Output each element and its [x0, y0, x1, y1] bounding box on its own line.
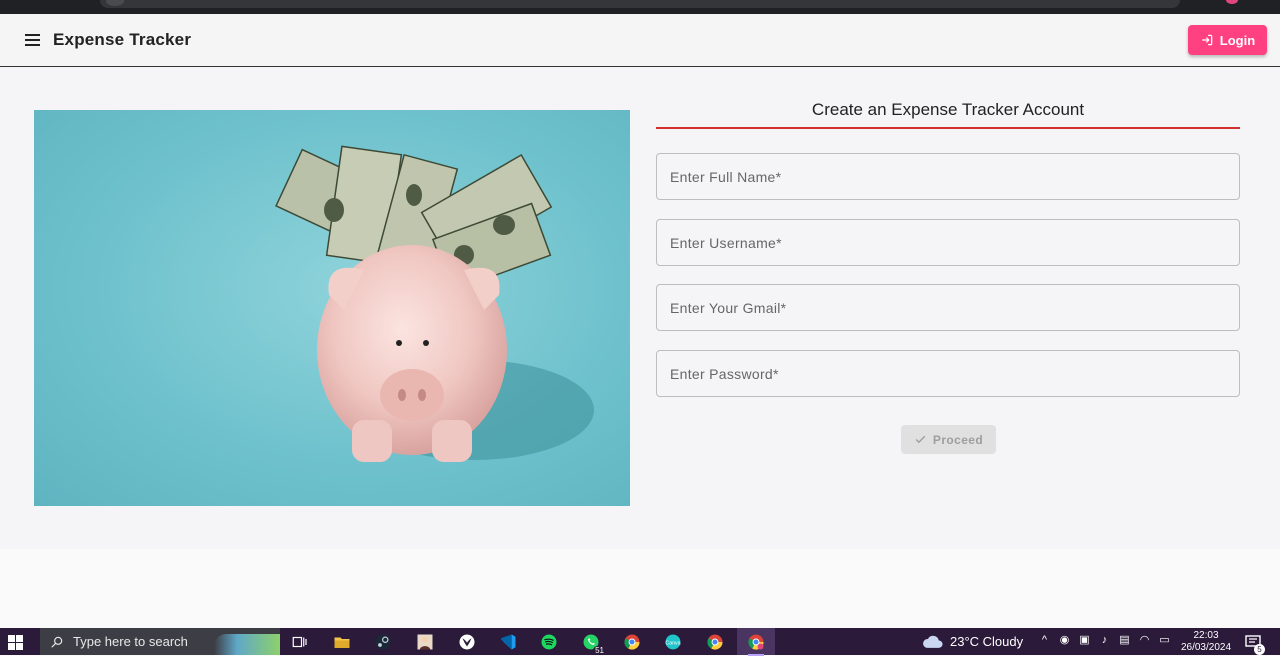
- piggy-bank-icon: [275, 145, 594, 462]
- main-content: Create an Expense Tracker Account Procee…: [0, 67, 1280, 549]
- check-icon: [915, 435, 926, 444]
- display-icon[interactable]: ▤: [1118, 634, 1131, 647]
- whatsapp-icon[interactable]: 51: [582, 633, 606, 655]
- search-highlight-image: [214, 634, 280, 655]
- login-label: Login: [1219, 32, 1256, 48]
- gmail-field[interactable]: [656, 284, 1240, 331]
- taskbar-search[interactable]: Type here to search: [40, 628, 280, 655]
- clock-date: 26/03/2024: [1180, 642, 1232, 653]
- login-button[interactable]: Login: [1188, 25, 1267, 55]
- steam-icon[interactable]: [374, 633, 392, 651]
- password-input[interactable]: [657, 351, 1239, 396]
- app-title: Expense Tracker: [53, 30, 192, 49]
- whatsapp-badge: 51: [593, 646, 606, 655]
- login-icon: [1202, 34, 1213, 46]
- password-field[interactable]: [656, 350, 1240, 397]
- system-clock[interactable]: 22:03 26/03/2024: [1178, 630, 1234, 654]
- address-bar[interactable]: [100, 0, 1180, 8]
- meet-icon[interactable]: ▣: [1078, 634, 1091, 647]
- chrome-icon[interactable]: [623, 633, 641, 651]
- system-tray: ^ ◉ ▣ ♪ ▤ ◠ ▭: [1038, 634, 1171, 647]
- search-placeholder: Type here to search: [73, 634, 188, 649]
- windows-taskbar: Type here to search 51 Canva 23°C Cloudy…: [0, 628, 1280, 656]
- form-title-underline: [656, 127, 1240, 129]
- proceed-button[interactable]: Proceed: [901, 425, 996, 454]
- form-title: Create an Expense Tracker Account: [811, 100, 1085, 119]
- proceed-label: Proceed: [932, 432, 984, 447]
- cloud-icon: [923, 635, 943, 648]
- full-name-field[interactable]: [656, 153, 1240, 200]
- username-field[interactable]: [656, 219, 1240, 266]
- canva-icon[interactable]: Canva: [664, 633, 682, 651]
- clock-time: 22:03: [1193, 630, 1219, 641]
- menu-icon[interactable]: [22, 29, 44, 51]
- weather-widget[interactable]: 23°C Cloudy: [922, 628, 1023, 655]
- wifi-icon[interactable]: ◠: [1138, 634, 1151, 647]
- windows-start-icon[interactable]: [8, 635, 23, 650]
- photo-app-icon[interactable]: [416, 633, 434, 651]
- svg-text:Canva: Canva: [665, 640, 680, 646]
- chevron-up-icon[interactable]: ^: [1038, 634, 1051, 647]
- username-input[interactable]: [657, 220, 1239, 265]
- file-explorer-icon[interactable]: [333, 633, 351, 651]
- notification-count: 5: [1254, 644, 1265, 655]
- vscode-icon[interactable]: [499, 633, 517, 651]
- xbox-icon[interactable]: [458, 633, 476, 651]
- battery-icon[interactable]: ▭: [1158, 634, 1171, 647]
- browser-profile-icon[interactable]: [1226, 0, 1238, 4]
- app-header: Expense Tracker Login: [0, 14, 1280, 67]
- task-view-icon[interactable]: [291, 633, 309, 651]
- chrome-profile-3-icon[interactable]: [747, 633, 765, 656]
- chrome-profile-2-icon[interactable]: [706, 633, 724, 651]
- browser-toolbar: [0, 0, 1280, 14]
- page-footer-space: [0, 549, 1280, 628]
- record-icon[interactable]: ◉: [1058, 634, 1071, 647]
- hero-image: [34, 110, 630, 506]
- full-name-input[interactable]: [657, 154, 1239, 199]
- weather-text: 23°C Cloudy: [950, 634, 1024, 649]
- gmail-input[interactable]: [657, 285, 1239, 330]
- spotify-icon[interactable]: [540, 633, 558, 651]
- volume-icon[interactable]: ♪: [1098, 634, 1111, 647]
- search-icon: [51, 636, 63, 648]
